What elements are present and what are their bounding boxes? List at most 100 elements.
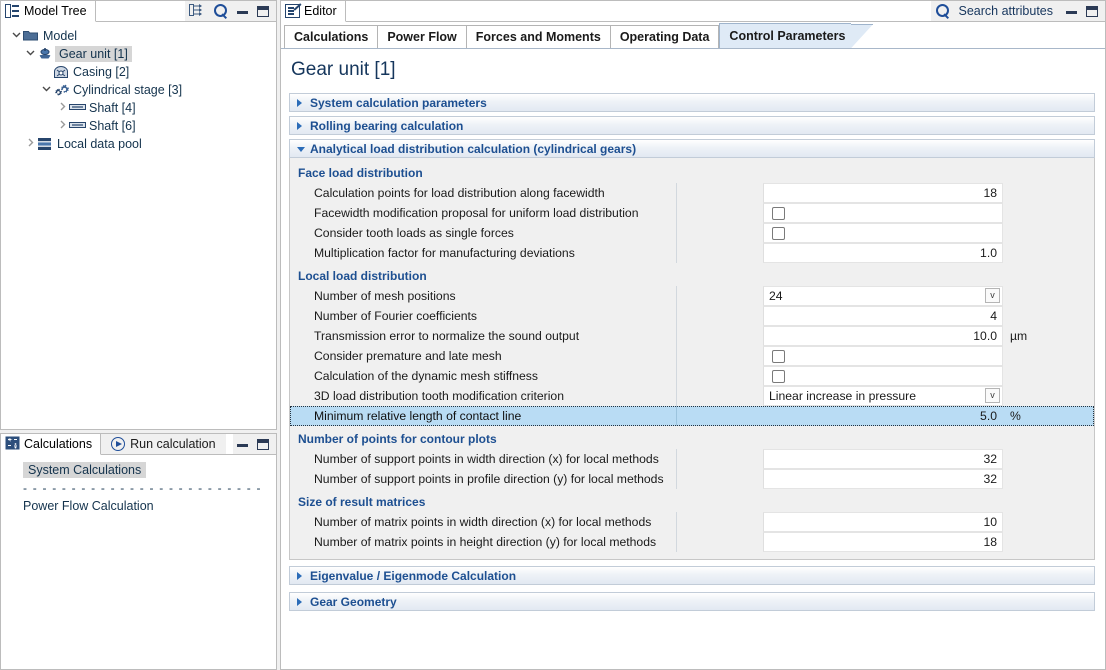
field-unit	[1003, 286, 1059, 306]
editor-content: Gear unit [1] System calculation paramet…	[281, 49, 1105, 669]
checkbox[interactable]	[772, 370, 785, 383]
tab-power-flow[interactable]: Power Flow	[378, 25, 466, 48]
chevron-right-icon	[297, 122, 302, 130]
field-row-multiplication-factor-manufacturing-deviations[interactable]: Multiplication factor for manufacturing …	[290, 243, 1094, 263]
twisty-right-icon[interactable]	[23, 138, 37, 150]
field-row-calculation-points-facewidth[interactable]: Calculation points for load distribution…	[290, 183, 1094, 203]
model-tree: Model Gear unit [1]	[1, 22, 276, 429]
field-unit	[1003, 183, 1059, 203]
tab-control-parameters[interactable]: Control Parameters	[719, 23, 851, 48]
tree-node-shaft-4[interactable]: Shaft [4]	[1, 99, 276, 117]
tab-editor-label: Editor	[304, 4, 337, 18]
field-label: 3D load distribution tooth modification …	[290, 386, 676, 406]
numeric-input[interactable]: 18	[763, 183, 1003, 203]
numeric-input[interactable]: 18	[763, 532, 1003, 552]
tree-node-gear-unit[interactable]: Gear unit [1]	[1, 45, 276, 63]
field-row-minimum-relative-length-contact-line[interactable]: Minimum relative length of contact line …	[290, 406, 1094, 426]
tree-node-label: Casing [2]	[73, 65, 129, 79]
list-divider: - - - - - - - - - - - - - - - - - - - - …	[1, 481, 276, 498]
field-row-number-of-fourier-coefficients[interactable]: Number of Fourier coefficients 4	[290, 306, 1094, 326]
list-item-label: System Calculations	[23, 462, 146, 478]
field-label: Facewidth modification proposal for unif…	[290, 203, 676, 223]
maximize-icon[interactable]	[257, 439, 269, 450]
checkbox-field[interactable]	[763, 203, 1003, 223]
field-row-support-points-profile-direction[interactable]: Number of support points in profile dire…	[290, 469, 1094, 489]
numeric-input[interactable]: 32	[763, 469, 1003, 489]
field-row-matrix-points-width-direction[interactable]: Number of matrix points in width directi…	[290, 512, 1094, 532]
search-icon[interactable]	[213, 4, 228, 19]
link-with-editor-icon[interactable]	[189, 3, 204, 20]
field-row-calculation-dynamic-mesh-stiffness[interactable]: Calculation of the dynamic mesh stiffnes…	[290, 366, 1094, 386]
tree-node-label: Gear unit [1]	[55, 46, 132, 62]
section-header[interactable]: System calculation parameters	[289, 93, 1095, 112]
tab-label: Calculations	[294, 30, 368, 44]
checkbox[interactable]	[772, 350, 785, 363]
checkbox-field[interactable]	[763, 346, 1003, 366]
minimize-icon[interactable]	[1066, 7, 1077, 16]
minimize-icon[interactable]	[237, 440, 248, 449]
section-header[interactable]: Eigenvalue / Eigenmode Calculation	[289, 566, 1095, 585]
application-window: Model Tree	[0, 0, 1106, 670]
row-tail	[1059, 512, 1094, 532]
field-row-3d-load-distribution-criterion[interactable]: 3D load distribution tooth modification …	[290, 386, 1094, 406]
combo-input[interactable]: 24	[763, 286, 1003, 306]
twisty-right-icon[interactable]	[55, 120, 69, 132]
combo-input[interactable]: Linear increase in pressure	[763, 386, 1003, 406]
tab-calculations[interactable]: + Calculations	[1, 434, 101, 455]
tab-operating-data[interactable]: Operating Data	[611, 25, 720, 48]
tree-node-cylindrical-stage[interactable]: Cylindrical stage [3]	[1, 81, 276, 99]
tree-node-casing[interactable]: Casing [2]	[1, 63, 276, 81]
list-item-system-calculations[interactable]: System Calculations	[1, 462, 276, 481]
run-calculation-button[interactable]: Run calculation	[101, 434, 225, 454]
section-header[interactable]: Rolling bearing calculation	[289, 116, 1095, 135]
spacer	[677, 286, 763, 306]
model-tree-icon-svg	[5, 4, 20, 18]
numeric-input[interactable]: 1.0	[763, 243, 1003, 263]
minimize-icon[interactable]	[237, 7, 248, 16]
checkbox[interactable]	[772, 207, 785, 220]
field-label: Consider tooth loads as single forces	[290, 223, 676, 243]
tree-node-local-data-pool[interactable]: Local data pool	[1, 135, 276, 153]
section-header[interactable]: Gear Geometry	[289, 592, 1095, 611]
search-icon[interactable]	[935, 4, 950, 19]
numeric-input[interactable]: 10.0	[763, 326, 1003, 346]
list-item-power-flow-calculation[interactable]: Power Flow Calculation	[1, 498, 276, 517]
checkbox[interactable]	[772, 227, 785, 240]
section-header[interactable]: Analytical load distribution calculation…	[289, 139, 1095, 158]
tree-node-shaft-6[interactable]: Shaft [6]	[1, 117, 276, 135]
spacer	[677, 469, 763, 489]
field-row-consider-tooth-loads-single-forces[interactable]: Consider tooth loads as single forces	[290, 223, 1094, 243]
field-row-number-of-mesh-positions[interactable]: Number of mesh positions 24 v	[290, 286, 1094, 306]
search-attributes-label[interactable]: Search attributes	[959, 4, 1054, 18]
twisty-right-icon[interactable]	[55, 102, 69, 114]
numeric-input[interactable]: 32	[763, 449, 1003, 469]
numeric-input[interactable]: 4	[763, 306, 1003, 326]
twisty-down-icon[interactable]	[39, 84, 53, 96]
chevron-down-icon[interactable]: v	[985, 388, 1000, 403]
tab-model-tree-label: Model Tree	[24, 4, 87, 18]
field-unit	[1003, 532, 1059, 552]
checkbox-field[interactable]	[763, 366, 1003, 386]
tab-model-tree[interactable]: Model Tree	[1, 1, 96, 22]
twisty-down-icon[interactable]	[9, 30, 23, 42]
maximize-icon[interactable]	[1086, 6, 1098, 17]
tab-calculations[interactable]: Calculations	[284, 25, 378, 48]
field-row-transmission-error-normalize-sound[interactable]: Transmission error to normalize the soun…	[290, 326, 1094, 346]
chevron-down-icon[interactable]: v	[985, 288, 1000, 303]
field-row-consider-premature-late-mesh[interactable]: Consider premature and late mesh	[290, 346, 1094, 366]
numeric-input[interactable]: 10	[763, 512, 1003, 532]
shaft-icon	[69, 119, 85, 133]
tab-editor[interactable]: Editor	[281, 1, 346, 22]
checkbox-field[interactable]	[763, 223, 1003, 243]
twisty-down-icon[interactable]	[23, 48, 37, 60]
cylindrical-stage-icon	[53, 83, 69, 97]
field-row-facewidth-modification-proposal[interactable]: Facewidth modification proposal for unif…	[290, 203, 1094, 223]
tab-forces-and-moments[interactable]: Forces and Moments	[467, 25, 611, 48]
section-title: Gear Geometry	[310, 595, 397, 609]
field-cell: 24 v	[763, 286, 1003, 306]
field-row-matrix-points-height-direction[interactable]: Number of matrix points in height direct…	[290, 532, 1094, 552]
numeric-input[interactable]: 5.0	[763, 406, 1003, 426]
maximize-icon[interactable]	[257, 6, 269, 17]
field-row-support-points-width-direction[interactable]: Number of support points in width direct…	[290, 449, 1094, 469]
tree-node-model[interactable]: Model	[1, 27, 276, 45]
